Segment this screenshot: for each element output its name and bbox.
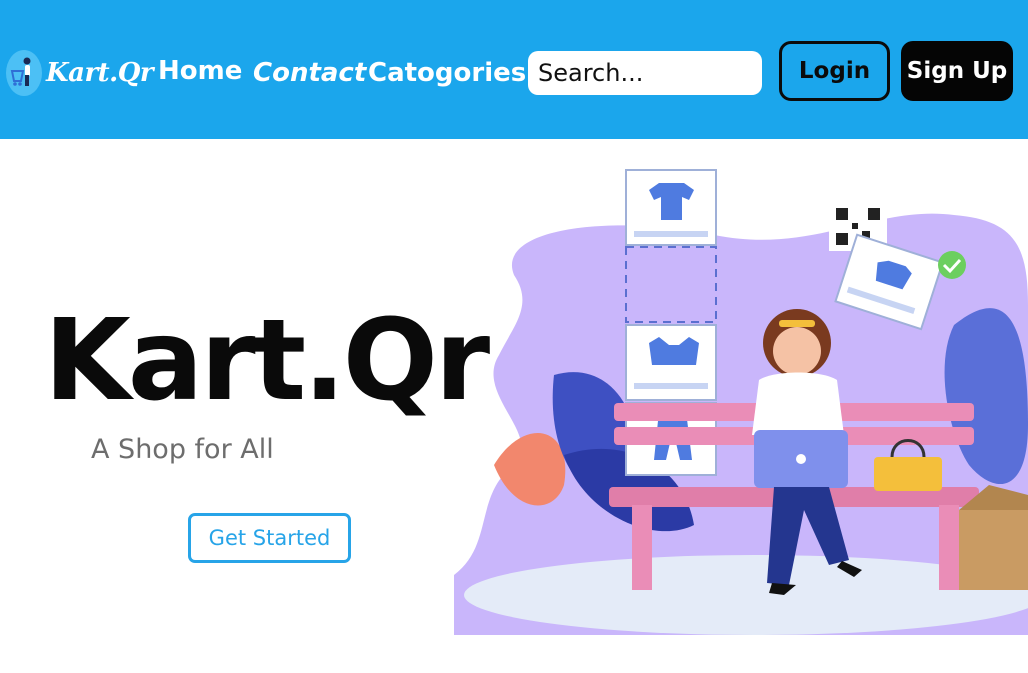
hero-shopping-illustration (454, 169, 1028, 635)
woman-shirt (752, 372, 844, 435)
get-started-button[interactable]: Get Started (188, 513, 351, 563)
brand-logo[interactable]: Kart.Qr (6, 50, 154, 96)
nav-link-home[interactable]: Home (158, 56, 242, 86)
handbag-icon (874, 457, 942, 491)
bench-leg (632, 505, 652, 590)
woman-face (773, 327, 821, 375)
cart-logo-icon (6, 50, 42, 96)
signup-button[interactable]: Sign Up (901, 41, 1013, 101)
top-navbar: Kart.Qr Home Contact Catogories Login Si… (0, 0, 1028, 139)
brand-name: Kart.Qr (46, 58, 154, 88)
cardboard-box-icon (959, 510, 1028, 590)
login-button[interactable]: Login (779, 41, 890, 101)
nav-link-contact[interactable]: Contact (253, 58, 366, 88)
hero-title: Kart.Qr (44, 296, 490, 426)
nav-link-categories[interactable]: Catogories (368, 58, 526, 88)
search-input[interactable] (528, 51, 762, 95)
checkmark-icon (938, 251, 966, 279)
hero-subtitle: A Shop for All (91, 434, 274, 465)
